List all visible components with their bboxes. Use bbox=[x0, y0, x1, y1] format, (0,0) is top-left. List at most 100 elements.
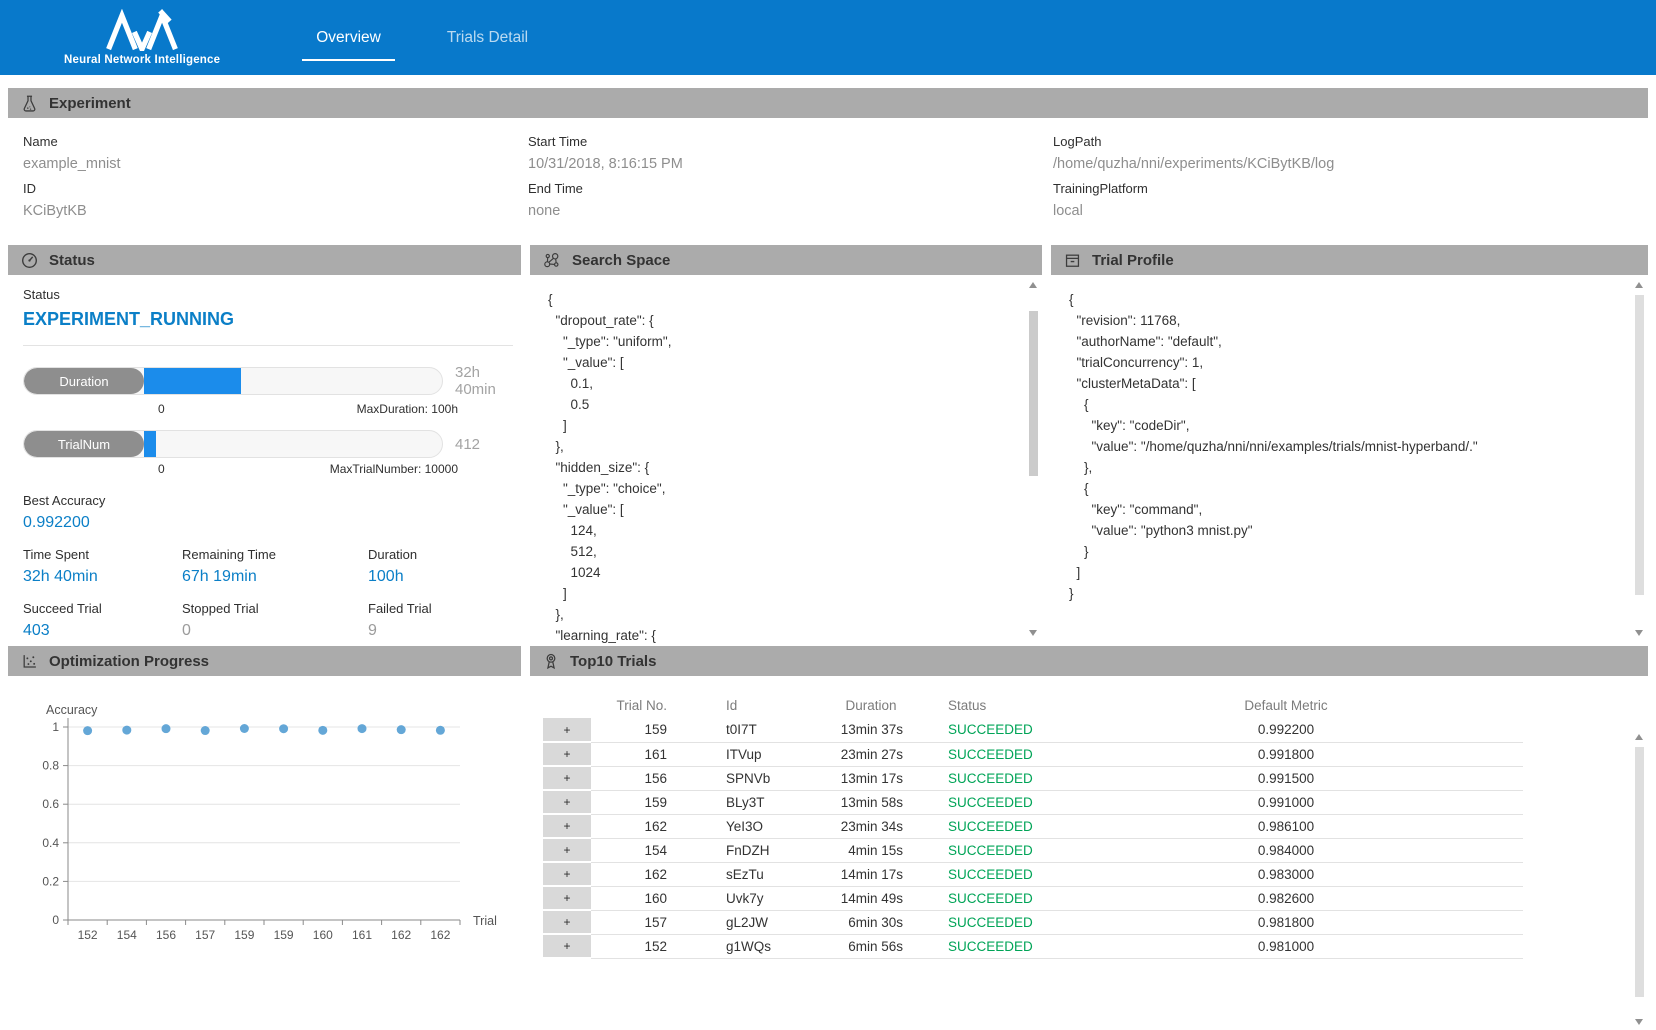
cell-trial-no: 152 bbox=[591, 934, 681, 958]
cell-duration: 13min 37s bbox=[821, 718, 921, 742]
stat-label: Failed Trial bbox=[368, 601, 513, 616]
field-label: End Time bbox=[528, 177, 1053, 200]
x-axis-title: Trial bbox=[473, 914, 497, 928]
cell-trial-no: 160 bbox=[591, 886, 681, 910]
cell-status: SUCCEEDED bbox=[921, 886, 1141, 910]
experiment-status-value: EXPERIMENT_RUNNING bbox=[23, 309, 513, 330]
cell-status: SUCCEEDED bbox=[921, 910, 1141, 934]
experiment-title: Experiment bbox=[49, 95, 131, 112]
expand-row-button[interactable]: + bbox=[543, 790, 591, 814]
cell-metric: 0.986100 bbox=[1141, 814, 1431, 838]
scrollbar-thumb[interactable] bbox=[1029, 311, 1038, 476]
top10-trials-panel: Top10 Trials Trial No. Id Duration Statu… bbox=[530, 646, 1648, 1030]
stat-value: 9 bbox=[368, 622, 513, 640]
cell-id: SPNVb bbox=[681, 766, 821, 790]
duration-bar-fill bbox=[144, 368, 241, 394]
stat-value: 0 bbox=[182, 622, 368, 640]
cell-metric: 0.992200 bbox=[1141, 718, 1431, 742]
table-row: + 152 g1WQs 6min 56s SUCCEEDED 0.981000 bbox=[543, 934, 1523, 958]
cell-id: gL2JW bbox=[681, 910, 821, 934]
stat-value: 32h 40min bbox=[23, 568, 182, 586]
scrollbar-down-arrow[interactable] bbox=[1029, 630, 1037, 636]
experiment-info: Name example_mnist ID KCiBytKB Start Tim… bbox=[8, 118, 1648, 230]
table-row: + 162 sEzTu 14min 17s SUCCEEDED 0.983000 bbox=[543, 862, 1523, 886]
cell-status: SUCCEEDED bbox=[921, 934, 1141, 958]
expand-row-button[interactable]: + bbox=[543, 742, 591, 766]
nav-tabs: Overview Trials Detail bbox=[312, 0, 532, 75]
field-value: /home/quzha/nni/experiments/KCiBytKB/log bbox=[1053, 153, 1648, 176]
search-space-json: { "dropout_rate": { "_type": "uniform", … bbox=[530, 275, 1042, 643]
nni-logo-icon bbox=[104, 9, 180, 51]
accuracy-scatter-chart: Accuracy00.20.40.60.81152154156157159159… bbox=[8, 702, 521, 1002]
stat-value: 403 bbox=[23, 622, 182, 640]
cell-id: ITVup bbox=[681, 742, 821, 766]
best-accuracy-value: 0.992200 bbox=[23, 514, 513, 532]
y-tick-label: 0.6 bbox=[42, 797, 59, 811]
experiment-header: Experiment bbox=[8, 88, 1648, 118]
scatter-point bbox=[397, 725, 406, 734]
field-label: LogPath bbox=[1053, 130, 1648, 153]
trial-profile-panel: Trial Profile { "revision": 11768, "auth… bbox=[1051, 245, 1648, 643]
field-label: Name bbox=[23, 130, 528, 153]
stat-value: 67h 19min bbox=[182, 568, 368, 586]
trialnum-progress: TrialNum 412 bbox=[23, 430, 513, 458]
expand-row-button[interactable]: + bbox=[543, 934, 591, 958]
cell-status: SUCCEEDED bbox=[921, 790, 1141, 814]
x-tick-label: 156 bbox=[156, 928, 176, 942]
expand-row-button[interactable]: + bbox=[543, 862, 591, 886]
cell-trial-no: 159 bbox=[591, 790, 681, 814]
expand-column-header bbox=[543, 692, 591, 718]
scrollbar-down-arrow[interactable] bbox=[1635, 630, 1643, 636]
cell-status: SUCCEEDED bbox=[921, 862, 1141, 886]
table-row: + 154 FnDZH 4min 15s SUCCEEDED 0.984000 bbox=[543, 838, 1523, 862]
cell-duration: 14min 17s bbox=[821, 862, 921, 886]
x-tick-label: 162 bbox=[430, 928, 450, 942]
trial-profile-json: { "revision": 11768, "authorName": "defa… bbox=[1051, 275, 1648, 604]
field-value: example_mnist bbox=[23, 153, 528, 176]
expand-row-button[interactable]: + bbox=[543, 766, 591, 790]
molecule-icon bbox=[543, 252, 561, 269]
scrollbar-up-arrow[interactable] bbox=[1635, 282, 1643, 288]
divider bbox=[23, 345, 513, 346]
tab-trials-detail[interactable]: Trials Detail bbox=[443, 23, 532, 53]
scrollbar-down-arrow[interactable] bbox=[1635, 1019, 1643, 1025]
trial-profile-title: Trial Profile bbox=[1092, 252, 1174, 269]
table-row: + 156 SPNVb 13min 17s SUCCEEDED 0.991500 bbox=[543, 766, 1523, 790]
field-label: Start Time bbox=[528, 130, 1053, 153]
cell-id: YeI3O bbox=[681, 814, 821, 838]
optimization-header: Optimization Progress bbox=[8, 646, 521, 676]
cell-duration: 14min 49s bbox=[821, 886, 921, 910]
y-axis-title: Accuracy bbox=[46, 703, 98, 717]
gauge-icon bbox=[21, 252, 38, 269]
duration-max: MaxDuration: 100h bbox=[357, 402, 458, 416]
stat-label: Succeed Trial bbox=[23, 601, 182, 616]
scrollbar-thumb[interactable] bbox=[1635, 747, 1644, 997]
expand-row-button[interactable]: + bbox=[543, 814, 591, 838]
scatter-point bbox=[122, 726, 131, 735]
cell-id: Uvk7y bbox=[681, 886, 821, 910]
cell-trial-no: 157 bbox=[591, 910, 681, 934]
cell-status: SUCCEEDED bbox=[921, 766, 1141, 790]
scrollbar-up-arrow[interactable] bbox=[1635, 734, 1643, 740]
scrollbar-up-arrow[interactable] bbox=[1029, 282, 1037, 288]
y-tick-label: 0.2 bbox=[42, 874, 59, 888]
y-tick-label: 0 bbox=[52, 913, 59, 927]
scrollbar-thumb[interactable] bbox=[1635, 295, 1644, 595]
cell-duration: 23min 27s bbox=[821, 742, 921, 766]
best-accuracy-label: Best Accuracy bbox=[23, 493, 513, 508]
top10-header: Top10 Trials bbox=[530, 646, 1648, 676]
duration-progress-bar: Duration bbox=[23, 367, 443, 395]
cell-id: t0I7T bbox=[681, 718, 821, 742]
duration-min: 0 bbox=[158, 402, 165, 416]
expand-row-button[interactable]: + bbox=[543, 910, 591, 934]
expand-row-button[interactable]: + bbox=[543, 886, 591, 910]
cell-duration: 4min 15s bbox=[821, 838, 921, 862]
expand-row-button[interactable]: + bbox=[543, 838, 591, 862]
top10-title: Top10 Trials bbox=[570, 653, 656, 670]
tab-overview[interactable]: Overview bbox=[312, 23, 385, 53]
expand-row-button[interactable]: + bbox=[543, 718, 591, 742]
col-id: Id bbox=[681, 692, 821, 718]
status-label: Status bbox=[23, 287, 513, 302]
stat-label: Time Spent bbox=[23, 547, 182, 562]
cell-metric: 0.982600 bbox=[1141, 886, 1431, 910]
